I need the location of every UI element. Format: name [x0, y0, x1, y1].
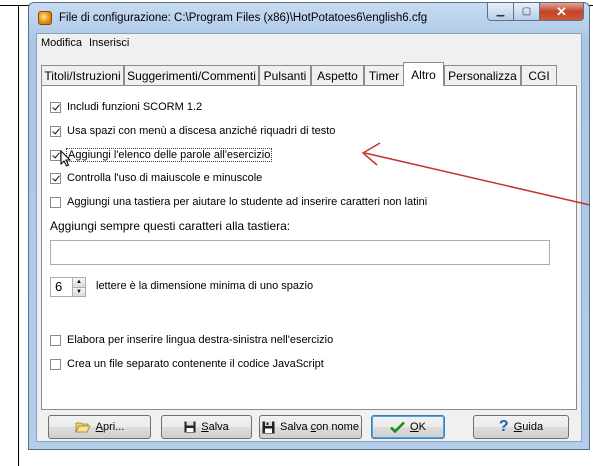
- tab-personalizza[interactable]: Personalizza: [444, 65, 521, 85]
- option-keyboard[interactable]: Aggiungi una tastiera per aiutare lo stu…: [50, 196, 427, 208]
- save-as-label: Salva con nome: [280, 421, 359, 433]
- help-button[interactable]: ? Guida: [473, 415, 569, 439]
- min-gap-label: lettere è la dimensione minima di uno sp…: [96, 280, 314, 292]
- caption-buttons: ▁ ▢ ✕: [487, 3, 584, 22]
- menu-bar: Modifica Inserisci: [37, 34, 581, 52]
- keyboard-chars-label: Aggiungi sempre questi caratteri alla ta…: [50, 219, 291, 233]
- question-mark-icon: ?: [498, 418, 509, 435]
- tab-pulsanti[interactable]: Pulsanti: [259, 65, 311, 85]
- save-label: Salva: [201, 421, 229, 433]
- open-label: Apri...: [95, 421, 125, 433]
- option-separate-js[interactable]: Crea un file separato contenente il codi…: [50, 358, 324, 370]
- keyboard-label: Aggiungi una tastiera per aiutare lo stu…: [67, 196, 428, 208]
- tab-cgi[interactable]: CGI: [521, 65, 557, 85]
- help-label: Guida: [513, 421, 544, 433]
- folder-open-icon: [74, 421, 91, 433]
- minimize-icon: ▁: [496, 6, 505, 17]
- option-scorm[interactable]: Includi funzioni SCORM 1.2: [50, 101, 202, 113]
- word-list-label: Aggiungi l'elenco delle parole all'eserc…: [65, 148, 273, 162]
- dropdowns-checkbox[interactable]: [50, 125, 61, 137]
- close-icon: ✕: [556, 3, 567, 19]
- spin-down-icon[interactable]: ▼: [73, 286, 85, 296]
- case-label: Controlla l'uso di maiuscole e minuscole: [67, 172, 263, 184]
- config-dialog: File di configurazione: C:\Program Files…: [28, 2, 590, 450]
- maximize-icon: ▢: [521, 6, 532, 17]
- separate-js-label: Crea un file separato contenente il codi…: [67, 358, 324, 370]
- rtl-checkbox[interactable]: [50, 334, 61, 346]
- menu-inserisci[interactable]: Inserisci: [89, 37, 129, 49]
- tab-suggerimenti-commenti[interactable]: Suggerimenti/Commenti: [124, 65, 259, 85]
- spinner-buttons: ▲ ▼: [72, 278, 85, 296]
- outer-frame-line: [0, 5, 18, 6]
- min-gap-value[interactable]: 6: [51, 278, 72, 296]
- minimize-button[interactable]: ▁: [487, 3, 514, 21]
- open-button[interactable]: Apri...: [48, 415, 151, 439]
- scorm-label: Includi funzioni SCORM 1.2: [67, 101, 203, 113]
- ok-button[interactable]: OK: [371, 415, 445, 439]
- spin-up-icon[interactable]: ▲: [73, 278, 85, 287]
- scorm-checkbox[interactable]: [50, 101, 61, 113]
- option-word-list[interactable]: Aggiungi l'elenco delle parole all'eserc…: [50, 148, 273, 162]
- mouse-cursor-icon: [60, 150, 72, 167]
- hotpotatoes-app-icon: [38, 11, 52, 25]
- save-button[interactable]: Salva: [161, 415, 252, 439]
- rtl-label: Elabora per inserire lingua destra-sinis…: [67, 334, 334, 346]
- title-bar[interactable]: File di configurazione: C:\Program Files…: [29, 3, 589, 33]
- close-button[interactable]: ✕: [540, 3, 584, 21]
- tab-aspetto[interactable]: Aspetto: [311, 65, 364, 85]
- option-rtl[interactable]: Elabora per inserire lingua destra-sinis…: [50, 334, 333, 346]
- dropdowns-label: Usa spazi con menù a discesa anziché riq…: [67, 125, 336, 137]
- keyboard-chars-input[interactable]: [50, 240, 550, 265]
- altro-panel: Includi funzioni SCORM 1.2 Usa spazi con…: [41, 85, 577, 410]
- dialog-client: Modifica Inserisci Titoli/Istruzioni Sug…: [36, 33, 582, 442]
- keyboard-checkbox[interactable]: [50, 196, 61, 208]
- tab-timer[interactable]: Timer: [364, 65, 404, 85]
- save-as-icon: [262, 421, 275, 434]
- ok-label: OK: [410, 421, 426, 433]
- maximize-button[interactable]: ▢: [514, 3, 540, 21]
- tab-strip: Titoli/Istruzioni Suggerimenti/Commenti …: [41, 62, 577, 86]
- floppy-disk-icon: [184, 421, 196, 433]
- option-dropdowns[interactable]: Usa spazi con menù a discesa anziché riq…: [50, 125, 335, 137]
- separate-js-checkbox[interactable]: [50, 358, 61, 370]
- option-case[interactable]: Controlla l'uso di maiuscole e minuscole: [50, 172, 262, 184]
- tab-altro[interactable]: Altro: [403, 62, 444, 86]
- case-checkbox[interactable]: [50, 172, 61, 184]
- checkmark-icon: [390, 421, 405, 433]
- min-gap-spinner[interactable]: 6 ▲ ▼: [50, 277, 86, 297]
- window-title: File di configurazione: C:\Program Files…: [59, 12, 428, 24]
- menu-modifica[interactable]: Modifica: [41, 37, 82, 49]
- save-as-button[interactable]: Salva con nome: [259, 415, 362, 439]
- tab-titoli-istruzioni[interactable]: Titoli/Istruzioni: [41, 65, 124, 85]
